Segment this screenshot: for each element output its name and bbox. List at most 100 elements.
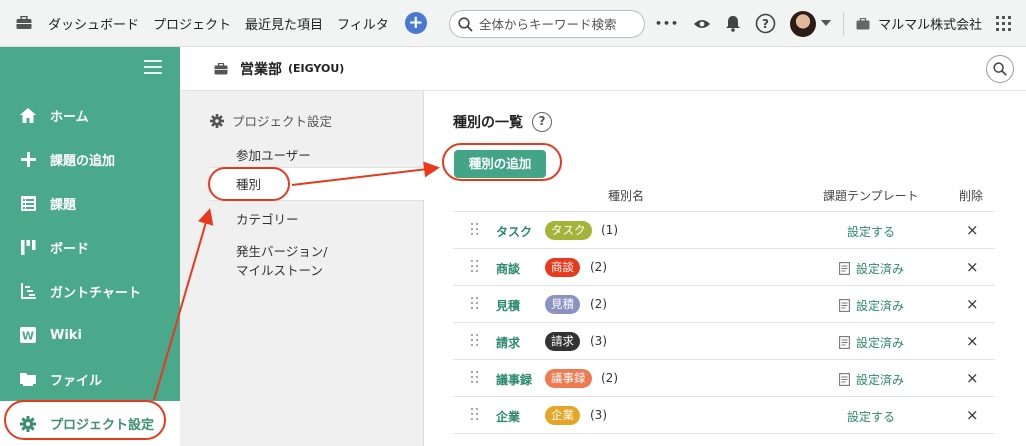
issue-type-badge: 議事録 — [545, 369, 592, 388]
settings-title-label: プロジェクト設定 — [232, 114, 333, 129]
sidebar-item-label: Wiki — [50, 327, 82, 343]
issue-count: (3) — [590, 334, 607, 348]
drag-handle-icon[interactable] — [471, 371, 479, 385]
page-title: 種別の一覧 ? — [453, 112, 552, 132]
settings-item-versions[interactable]: 発生バージョン/ — [236, 241, 327, 260]
sidebar-item-label: 課題 — [50, 197, 77, 213]
issue-type-name[interactable]: 商談 — [496, 260, 520, 277]
global-search[interactable] — [449, 10, 645, 38]
avatar[interactable] — [790, 10, 817, 37]
search-icon — [993, 62, 1007, 76]
issue-type-badge: 企業 — [545, 406, 580, 425]
drag-handle-icon[interactable] — [471, 297, 479, 311]
issue-count: (1) — [601, 223, 618, 237]
apps-grid-icon[interactable] — [996, 16, 1012, 31]
sidebar-item-label: ホーム — [50, 109, 89, 125]
issue-type-name[interactable]: 議事録 — [496, 371, 532, 388]
hamburger-icon[interactable] — [144, 60, 162, 74]
company-name[interactable]: マルマル株式会社 — [878, 14, 982, 33]
project-header: 営業部 (EIGYOU) — [180, 47, 1026, 91]
column-header-template: 課題テンプレート — [823, 189, 919, 203]
template-link[interactable]: 設定する — [847, 408, 895, 425]
drag-handle-icon[interactable] — [471, 260, 479, 274]
sidebar-item-label: ファイル — [50, 373, 103, 389]
delete-icon[interactable]: × — [966, 332, 979, 350]
nav-projects[interactable]: プロジェクト — [153, 14, 231, 33]
issue-count: (2) — [590, 260, 607, 274]
issue-type-name[interactable]: 企業 — [496, 408, 520, 425]
sidebar-item-home[interactable]: ホーム — [0, 93, 180, 137]
template-link-label: 設定済み — [856, 299, 905, 313]
template-link[interactable]: 設定済み — [839, 371, 904, 388]
briefcase-icon[interactable] — [14, 13, 34, 33]
template-link-label: 設定済み — [856, 262, 905, 276]
template-link[interactable]: 設定する — [847, 223, 895, 240]
plus-icon — [18, 149, 38, 169]
annotation-circle-add-button — [442, 143, 562, 181]
settings-item-milestones[interactable]: マイルストーン — [236, 260, 323, 279]
eye-icon[interactable] — [693, 18, 711, 30]
table-row: 商談 商談 (2) 設定済み × — [453, 248, 995, 285]
delete-icon[interactable]: × — [966, 258, 979, 276]
project-briefcase-icon — [214, 62, 228, 74]
board-icon — [18, 237, 38, 257]
sidebar-item-gantt[interactable]: ガントチャート — [0, 269, 180, 313]
document-icon — [839, 299, 850, 312]
table-row: 見積 見積 (2) 設定済み × — [453, 285, 995, 322]
wiki-icon: W — [18, 325, 38, 345]
chevron-down-icon[interactable] — [821, 20, 832, 27]
template-link-label: 設定済み — [856, 373, 905, 387]
bell-icon[interactable] — [725, 15, 741, 32]
table-row: 議事録 議事録 (2) 設定済み × — [453, 359, 995, 396]
delete-icon[interactable]: × — [966, 406, 979, 424]
table-row: 企業 企業 (3) 設定する × — [453, 396, 995, 433]
nav-filter[interactable]: フィルタ — [337, 14, 389, 33]
nav-dashboard[interactable]: ダッシュボード — [48, 14, 139, 33]
delete-icon[interactable]: × — [966, 221, 979, 239]
nav-recent[interactable]: 最近見た項目 — [245, 14, 323, 33]
issue-type-badge: 請求 — [545, 332, 580, 351]
sidebar-item-wiki[interactable]: W Wiki — [0, 313, 180, 357]
drag-handle-icon[interactable] — [471, 334, 479, 348]
issue-type-name[interactable]: タスク — [496, 223, 532, 240]
top-bar: ダッシュボード プロジェクト 最近見た項目 フィルタ + ••• ? マルマル株… — [0, 0, 1026, 47]
folder-icon — [18, 369, 38, 389]
settings-panel: プロジェクト設定 参加ユーザー 種別 カテゴリー 発生バージョン/ マイルストー… — [180, 91, 424, 446]
search-input[interactable] — [479, 16, 629, 32]
project-name[interactable]: 営業部 — [240, 59, 282, 79]
issue-count: (3) — [590, 408, 607, 422]
sidebar-item-label: 課題の追加 — [50, 153, 116, 169]
template-link[interactable]: 設定済み — [839, 297, 904, 314]
add-button[interactable]: + — [404, 12, 427, 34]
settings-title: プロジェクト設定 — [210, 111, 332, 130]
template-link-label: 設定済み — [856, 336, 905, 350]
sidebar-item-label: ガントチャート — [50, 285, 141, 301]
divider — [843, 11, 845, 36]
delete-icon[interactable]: × — [966, 295, 979, 313]
sidebar-item-add-issue[interactable]: 課題の追加 — [0, 137, 180, 181]
template-link[interactable]: 設定済み — [839, 334, 904, 351]
document-icon — [839, 262, 850, 275]
issue-type-badge: 商談 — [545, 258, 580, 277]
help-icon[interactable]: ? — [532, 112, 552, 132]
topbar-actions: ••• ? マルマル株式会社 — [655, 0, 1012, 47]
issue-type-badge: 見積 — [545, 295, 580, 314]
table-row — [453, 433, 995, 446]
column-header-name: 種別名 — [608, 189, 645, 203]
project-key: (EIGYOU) — [288, 62, 345, 75]
settings-item-members[interactable]: 参加ユーザー — [236, 145, 311, 164]
sidebar-item-board[interactable]: ボード — [0, 225, 180, 269]
sidebar-item-files[interactable]: ファイル — [0, 357, 180, 401]
help-icon[interactable]: ? — [755, 13, 776, 34]
delete-icon[interactable]: × — [966, 369, 979, 387]
template-link[interactable]: 設定済み — [839, 260, 904, 277]
sidebar: ホーム 課題の追加 課題 ボード ガントチャート W Wiki ファイル プロジ… — [0, 47, 180, 446]
issue-type-name[interactable]: 請求 — [496, 334, 520, 351]
sidebar-item-issues[interactable]: 課題 — [0, 181, 180, 225]
issue-type-name[interactable]: 見積 — [496, 297, 520, 314]
project-search-button[interactable] — [986, 55, 1014, 83]
drag-handle-icon[interactable] — [471, 408, 479, 422]
settings-item-categories[interactable]: カテゴリー — [236, 209, 299, 228]
more-icon[interactable]: ••• — [655, 17, 679, 30]
drag-handle-icon[interactable] — [471, 223, 479, 237]
